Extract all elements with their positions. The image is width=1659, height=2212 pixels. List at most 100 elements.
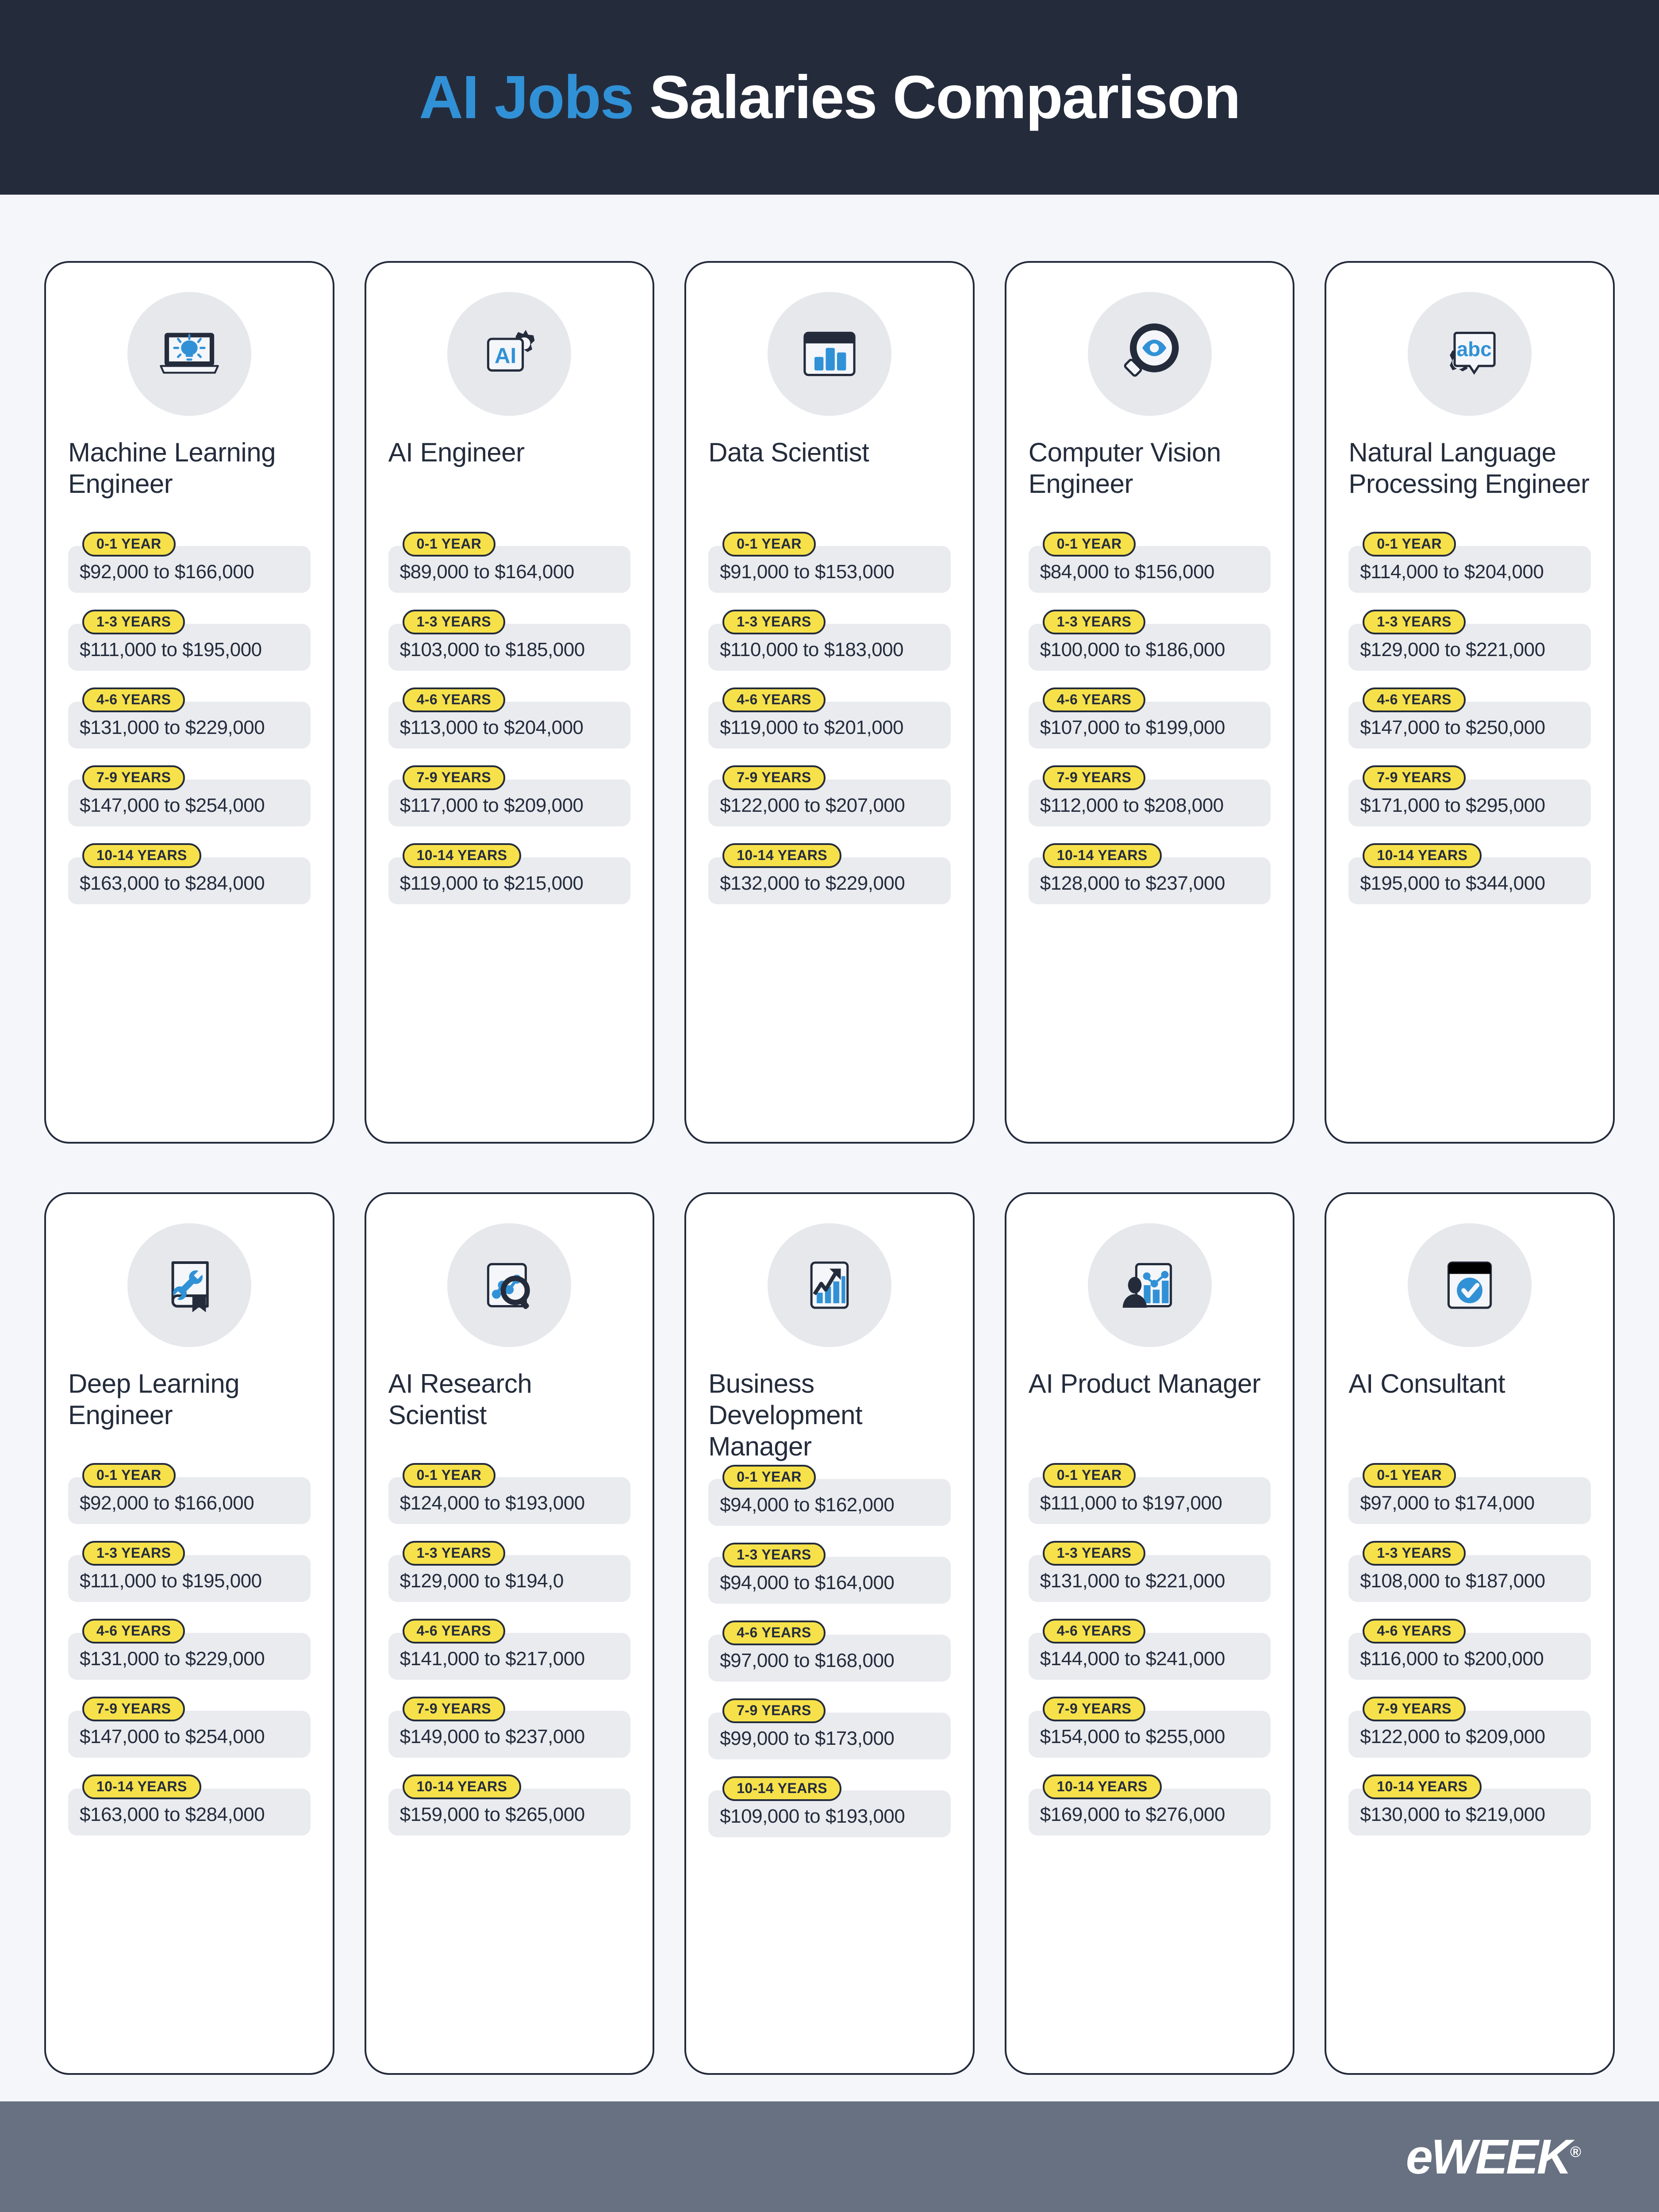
experience-badge: 4-6 YEARS xyxy=(402,1619,506,1644)
job-card-machine-learning-engineer: Machine Learning Engineer 0-1 YEAR $92,0… xyxy=(44,261,334,1144)
experience-badge: 4-6 YEARS xyxy=(1042,687,1146,712)
card-icon-wrap xyxy=(388,1223,631,1347)
salary-row: 4-6 YEARS $107,000 to $199,000 xyxy=(1028,687,1271,749)
svg-text:AI: AI xyxy=(495,343,516,368)
job-card-natural-language-processing-engineer: abc Natural Language Processing Engineer… xyxy=(1325,261,1615,1144)
experience-badge: 0-1 YEAR xyxy=(722,532,816,557)
card-icon-wrap xyxy=(1029,1223,1271,1347)
experience-badge: 4-6 YEARS xyxy=(82,1619,185,1644)
salary-row: 4-6 YEARS $119,000 to $201,000 xyxy=(708,687,951,749)
salary-row: 1-3 YEARS $111,000 to $195,000 xyxy=(68,1541,311,1602)
salary-row: 0-1 YEAR $97,000 to $174,000 xyxy=(1348,1463,1591,1524)
salary-row: 0-1 YEAR $124,000 to $193,000 xyxy=(388,1463,631,1524)
magnifier-eye-icon xyxy=(1087,292,1212,416)
salary-row: 0-1 YEAR $114,000 to $204,000 xyxy=(1348,532,1591,593)
salary-row: 10-14 YEARS $128,000 to $237,000 xyxy=(1028,843,1271,904)
salary-row: 1-3 YEARS $129,000 to $221,000 xyxy=(1348,610,1591,671)
experience-badge: 1-3 YEARS xyxy=(722,1543,826,1568)
experience-badge: 7-9 YEARS xyxy=(1042,765,1146,790)
page-title-rest: Salaries Comparison xyxy=(633,63,1241,131)
salary-row: 10-14 YEARS $195,000 to $344,000 xyxy=(1348,843,1591,904)
salary-row: 10-14 YEARS $119,000 to $215,000 xyxy=(388,843,631,904)
salary-row: 7-9 YEARS $147,000 to $254,000 xyxy=(68,765,311,826)
salary-rows: 0-1 YEAR $92,000 to $166,000 1-3 YEARS $… xyxy=(68,1463,311,1836)
infographic-page: AI Jobs Salaries Comparison Machine Lear… xyxy=(0,0,1659,2212)
job-title: Machine Learning Engineer xyxy=(68,438,276,499)
experience-badge: 1-3 YEARS xyxy=(82,610,185,634)
experience-badge: 4-6 YEARS xyxy=(1363,1619,1466,1644)
experience-badge: 0-1 YEAR xyxy=(402,532,496,557)
salary-row: 0-1 YEAR $92,000 to $166,000 xyxy=(68,1463,311,1524)
salary-row: 10-14 YEARS $163,000 to $284,000 xyxy=(68,1774,311,1836)
salary-rows: 0-1 YEAR $124,000 to $193,000 1-3 YEARS … xyxy=(388,1463,631,1836)
laptop-lightbulb-icon xyxy=(127,292,251,416)
salary-row: 1-3 YEARS $110,000 to $183,000 xyxy=(708,610,951,671)
job-card-data-scientist: Data Scientist 0-1 YEAR $91,000 to $153,… xyxy=(684,261,975,1144)
salary-rows: 0-1 YEAR $92,000 to $166,000 1-3 YEARS $… xyxy=(68,532,311,904)
job-title: AI Product Manager xyxy=(1028,1369,1261,1398)
experience-badge: 10-14 YEARS xyxy=(82,1774,201,1799)
logo-week: WEEK xyxy=(1431,2129,1572,2184)
salary-row: 7-9 YEARS $122,000 to $207,000 xyxy=(708,765,951,826)
card-row-1: Machine Learning Engineer 0-1 YEAR $92,0… xyxy=(44,261,1615,1144)
job-title: AI Research Scientist xyxy=(388,1369,532,1430)
experience-badge: 1-3 YEARS xyxy=(402,610,506,634)
footer-bar: eWEEK® xyxy=(0,2101,1659,2212)
salary-row: 4-6 YEARS $141,000 to $217,000 xyxy=(388,1619,631,1680)
salary-rows: 0-1 YEAR $97,000 to $174,000 1-3 YEARS $… xyxy=(1348,1463,1591,1836)
experience-badge: 10-14 YEARS xyxy=(82,843,201,868)
card-row-2: Deep Learning Engineer 0-1 YEAR $92,000 … xyxy=(44,1192,1615,2075)
experience-badge: 7-9 YEARS xyxy=(82,1697,185,1721)
salary-row: 0-1 YEAR $111,000 to $197,000 xyxy=(1028,1463,1271,1524)
bar-chart-window-icon xyxy=(767,292,891,416)
experience-badge: 7-9 YEARS xyxy=(1042,1697,1146,1721)
experience-badge: 10-14 YEARS xyxy=(402,1774,522,1799)
page-title-accent: AI Jobs xyxy=(419,63,634,131)
experience-badge: 10-14 YEARS xyxy=(722,843,841,868)
salary-row: 10-14 YEARS $132,000 to $229,000 xyxy=(708,843,951,904)
salary-row: 0-1 YEAR $92,000 to $166,000 xyxy=(68,532,311,593)
experience-badge: 0-1 YEAR xyxy=(1363,1463,1456,1488)
card-icon-wrap: AI xyxy=(388,292,631,416)
experience-badge: 7-9 YEARS xyxy=(1363,1697,1466,1721)
eweek-logo: eWEEK® xyxy=(1406,2129,1581,2185)
experience-badge: 0-1 YEAR xyxy=(722,1465,816,1490)
salary-row: 7-9 YEARS $147,000 to $254,000 xyxy=(68,1697,311,1758)
salary-row: 7-9 YEARS $154,000 to $255,000 xyxy=(1028,1697,1271,1758)
salary-row: 4-6 YEARS $113,000 to $204,000 xyxy=(388,687,631,749)
checkmark-window-icon xyxy=(1408,1223,1532,1347)
experience-badge: 7-9 YEARS xyxy=(402,1697,506,1721)
salary-row: 1-3 YEARS $108,000 to $187,000 xyxy=(1348,1541,1591,1602)
experience-badge: 10-14 YEARS xyxy=(722,1776,841,1801)
job-card-business-development-manager: Business Development Manager 0-1 YEAR $9… xyxy=(684,1192,975,2075)
salary-row: 10-14 YEARS $109,000 to $193,000 xyxy=(708,1776,951,1838)
experience-badge: 4-6 YEARS xyxy=(722,1621,826,1646)
experience-badge: 1-3 YEARS xyxy=(1363,610,1466,634)
job-card-ai-product-manager: AI Product Manager 0-1 YEAR $111,000 to … xyxy=(1004,1192,1295,2075)
page-title: AI Jobs Salaries Comparison xyxy=(419,62,1241,133)
salary-row: 10-14 YEARS $169,000 to $276,000 xyxy=(1028,1774,1271,1836)
job-title: AI Consultant xyxy=(1348,1369,1505,1398)
salary-row: 1-3 YEARS $103,000 to $185,000 xyxy=(388,610,631,671)
salary-row: 4-6 YEARS $144,000 to $241,000 xyxy=(1028,1619,1271,1680)
experience-badge: 10-14 YEARS xyxy=(1363,1774,1482,1799)
experience-badge: 1-3 YEARS xyxy=(722,610,826,634)
salary-row: 1-3 YEARS $94,000 to $164,000 xyxy=(708,1543,951,1604)
experience-badge: 10-14 YEARS xyxy=(1363,843,1482,868)
abc-speech-gear-icon: abc xyxy=(1408,292,1532,416)
salary-row: 7-9 YEARS $117,000 to $209,000 xyxy=(388,765,631,826)
job-title: Business Development Manager xyxy=(708,1369,863,1461)
cards-grid: Machine Learning Engineer 0-1 YEAR $92,0… xyxy=(0,195,1659,2101)
salary-row: 7-9 YEARS $99,000 to $173,000 xyxy=(708,1698,951,1760)
experience-badge: 1-3 YEARS xyxy=(1042,610,1146,634)
job-card-ai-research-scientist: AI Research Scientist 0-1 YEAR $124,000 … xyxy=(364,1192,655,2075)
job-card-ai-engineer: AI AI Engineer 0-1 YEAR $89,000 to $164,… xyxy=(364,261,655,1144)
experience-badge: 7-9 YEARS xyxy=(722,1698,826,1724)
experience-badge: 10-14 YEARS xyxy=(1042,1774,1162,1799)
salary-row: 1-3 YEARS $100,000 to $186,000 xyxy=(1028,610,1271,671)
experience-badge: 10-14 YEARS xyxy=(402,843,522,868)
salary-rows: 0-1 YEAR $84,000 to $156,000 1-3 YEARS $… xyxy=(1028,532,1271,904)
salary-row: 4-6 YEARS $131,000 to $229,000 xyxy=(68,687,311,749)
salary-row: 4-6 YEARS $131,000 to $229,000 xyxy=(68,1619,311,1680)
experience-badge: 7-9 YEARS xyxy=(402,765,506,790)
